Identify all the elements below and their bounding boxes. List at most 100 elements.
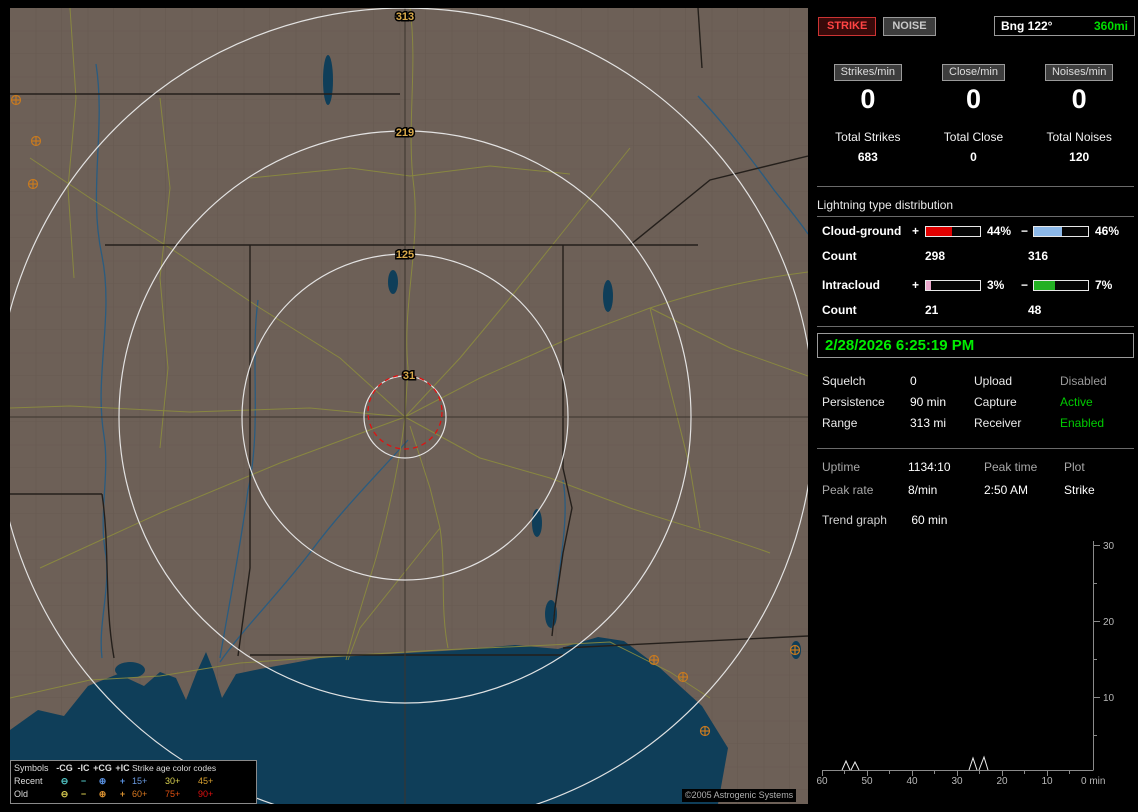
total-close-value: 0 <box>970 150 977 164</box>
peak-time-value: 2:50 AM <box>984 483 1029 497</box>
total-strikes-cell: Total Strikes 683 <box>815 130 921 164</box>
recent-nic-icon: − <box>80 776 87 786</box>
recent-ncg-icon: ⊖ <box>60 776 69 786</box>
x-tick-50: 50 <box>861 776 873 787</box>
distribution-title: Lightning type distribution <box>817 198 1134 217</box>
trend-window-value: 60 min <box>911 513 948 527</box>
ic-minus-gauge <box>1033 279 1089 291</box>
y-tick-30: 30 <box>1103 541 1115 552</box>
total-strikes-label: Total Strikes <box>835 130 901 144</box>
bearing-display: Bng 122° 360mi <box>994 16 1135 36</box>
noise-button[interactable]: NOISE <box>883 16 936 36</box>
squelch-label: Squelch <box>822 374 866 388</box>
persistence-label: Persistence <box>822 395 885 409</box>
recent-pic-icon: + <box>119 776 126 786</box>
cg-minus-sign: − <box>1021 224 1029 238</box>
cg-plus-gauge <box>925 225 981 237</box>
strikes-per-min-value: 0 <box>860 84 876 114</box>
trend-graph: 30 20 10 60 50 40 30 20 10 0 min <box>816 541 1115 787</box>
old-pcg-icon: ⊕ <box>98 789 107 799</box>
ic-minus-sign: − <box>1021 278 1029 292</box>
age-60: 60+ <box>132 789 148 799</box>
noises-per-min-value: 0 <box>1071 84 1087 114</box>
capture-value: Active <box>1060 395 1093 409</box>
noises-per-min-cell: Noises/min 0 <box>1026 62 1132 115</box>
x-tick-60: 60 <box>816 776 828 787</box>
x-origin-label: 0 min <box>1081 776 1105 787</box>
ic-minus-pct: 7% <box>1095 278 1113 292</box>
x-tick-20: 20 <box>996 776 1008 787</box>
legend-recent-label: Recent <box>14 776 43 786</box>
plot-label: Plot <box>1064 460 1085 474</box>
legend-old-label: Old <box>14 789 29 799</box>
peak-time-label: Peak time <box>984 460 1038 474</box>
intracloud-label: Intracloud <box>822 278 881 292</box>
legend-col-ncg: -CG <box>56 763 73 773</box>
stormvue-window: 313 219 125 31 Symbols -CG -IC +CG +IC S… <box>0 0 1138 812</box>
x-tick-30: 30 <box>951 776 963 787</box>
age-45: 45+ <box>198 776 214 786</box>
y-tick-20: 20 <box>1103 617 1115 628</box>
ic-plus-gauge <box>925 279 981 291</box>
trend-axes <box>822 541 1100 776</box>
uptime-label: Uptime <box>822 460 861 474</box>
trend-graph-label: Trend graph <box>822 513 887 527</box>
total-noises-label: Total Noises <box>1046 130 1112 144</box>
x-tick-40: 40 <box>906 776 918 787</box>
ring-label-313: 313 <box>396 11 414 23</box>
persistence-value: 90 min <box>910 395 947 409</box>
datetime-display: 2/28/2026 6:25:19 PM <box>817 333 1134 358</box>
legend-col-pic: +IC <box>115 763 130 773</box>
peak-rate-value: 8/min <box>908 483 938 497</box>
ic-count-label: Count <box>822 303 857 317</box>
control-panel: STRIKE NOISE Bng 122° 360mi Strikes/min … <box>815 0 1138 812</box>
total-strikes-value: 683 <box>857 150 878 164</box>
cloud-ground-count-row: Count 298 316 <box>822 249 1048 263</box>
status-grid: Squelch 0 Upload Disabled Persistence 90… <box>822 374 1134 430</box>
cg-count-label: Count <box>822 249 857 263</box>
capture-label: Capture <box>974 395 1017 409</box>
cloud-ground-label: Cloud-ground <box>822 224 902 238</box>
ic-plus-sign: + <box>912 278 920 292</box>
old-pic-icon: + <box>119 789 126 799</box>
strikes-per-min-button[interactable]: Strikes/min <box>833 64 903 81</box>
legend-symbols-label: Symbols <box>14 763 49 773</box>
total-noises-value: 120 <box>1069 150 1090 164</box>
radar-map[interactable]: 313 219 125 31 <box>10 8 808 804</box>
close-per-min-cell: Close/min 0 <box>921 62 1027 115</box>
range-label: Range <box>822 416 858 430</box>
map-area[interactable]: 313 219 125 31 <box>10 8 808 804</box>
age-15: 15+ <box>132 776 148 786</box>
intracloud-count-row: Count 21 48 <box>822 303 1041 317</box>
receiver-value: Enabled <box>1060 416 1105 430</box>
ring-label-125: 125 <box>396 249 414 261</box>
trend-spikes <box>841 755 989 771</box>
close-per-min-button[interactable]: Close/min <box>942 64 1005 81</box>
upload-label: Upload <box>974 374 1013 388</box>
recent-pcg-icon: ⊕ <box>98 776 107 786</box>
noises-per-min-button[interactable]: Noises/min <box>1044 64 1114 81</box>
bearing-value: Bng 122° <box>1001 19 1053 33</box>
uptime-value: 1134:10 <box>908 460 951 474</box>
strike-button[interactable]: STRIKE <box>818 16 877 36</box>
ic-plus-count: 21 <box>925 303 939 317</box>
intracloud-row: Intracloud + 3% − 7% <box>822 278 1131 292</box>
cg-minus-count: 316 <box>1028 249 1049 263</box>
strikes-per-min-cell: Strikes/min 0 <box>815 62 921 115</box>
upload-value: Disabled <box>1060 374 1107 388</box>
ic-plus-pct: 3% <box>987 278 1005 292</box>
age-90: 90+ <box>198 789 214 799</box>
copyright-text: ©2005 Astrogenic Systems <box>682 789 797 802</box>
age-30: 30+ <box>165 776 181 786</box>
separator <box>817 326 1134 327</box>
separator <box>817 186 1134 187</box>
ic-minus-count: 48 <box>1028 303 1042 317</box>
bearing-range-value: 360mi <box>1093 19 1128 33</box>
cg-minus-gauge <box>1033 225 1089 237</box>
separator <box>817 448 1134 449</box>
age-75: 75+ <box>165 789 181 799</box>
legend-age-title: Strike age color codes <box>132 763 217 773</box>
total-noises-cell: Total Noises 120 <box>1026 130 1132 164</box>
symbol-legend: Symbols -CG -IC +CG +IC Strike age color… <box>10 760 257 804</box>
cg-plus-sign: + <box>912 224 920 238</box>
